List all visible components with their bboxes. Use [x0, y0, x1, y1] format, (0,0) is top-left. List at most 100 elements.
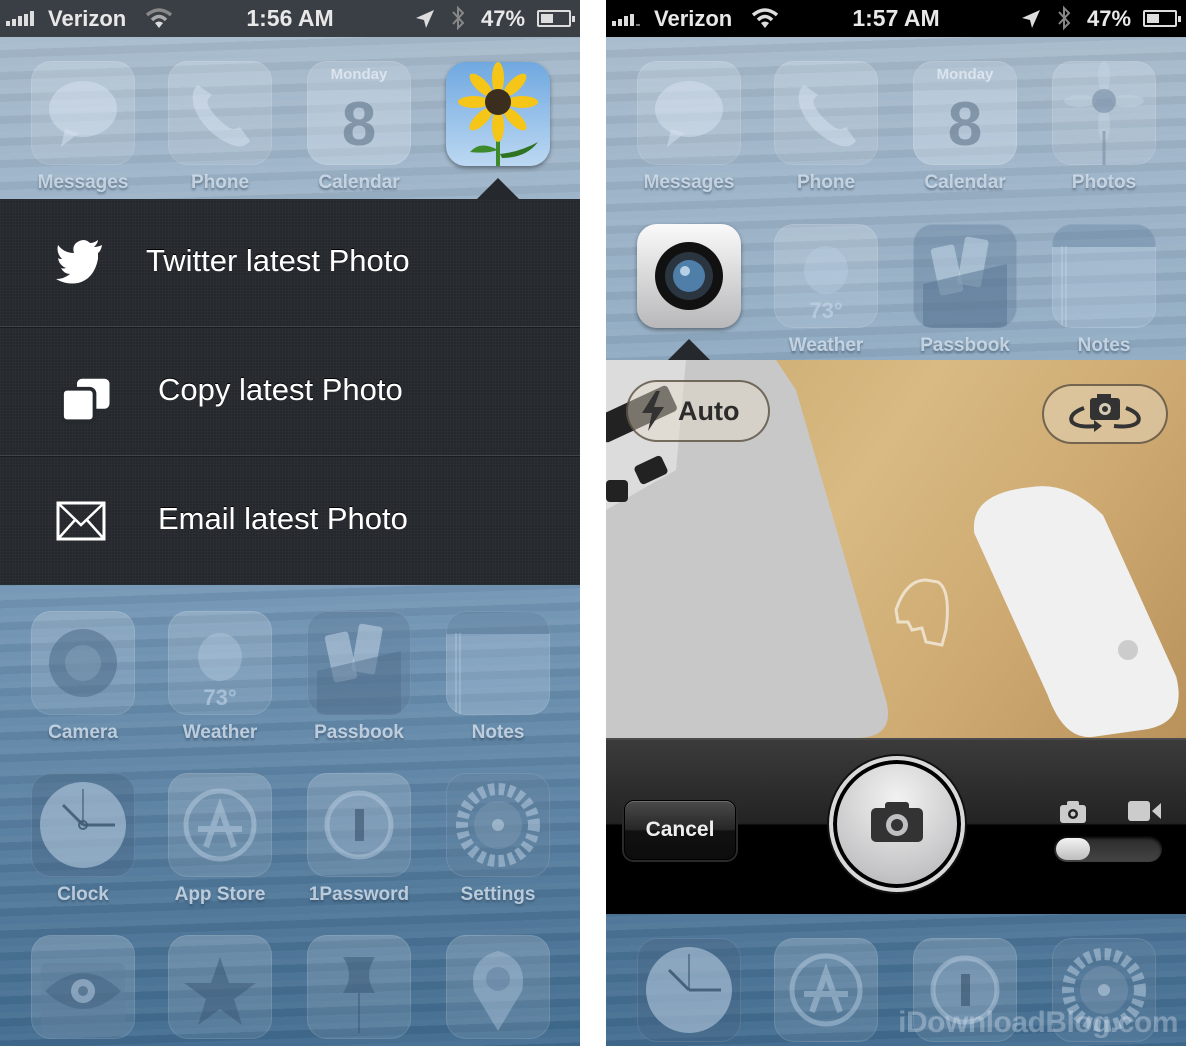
app-weather[interactable]: 73° Weather — [774, 224, 878, 357]
1password-icon — [307, 773, 411, 877]
battery-percent: 47% — [481, 6, 526, 31]
app-label: Passbook — [314, 722, 404, 743]
app-label: Weather — [788, 335, 864, 356]
messages-icon — [637, 61, 741, 165]
app-eye-folder[interactable] — [31, 935, 135, 1039]
app-label: Notes — [471, 722, 525, 743]
app-label: Messages — [37, 172, 129, 193]
weather-temp: 73° — [203, 685, 237, 710]
calendar-icon: Monday 8 — [307, 61, 411, 165]
flash-mode-label: Auto — [678, 395, 740, 426]
weather-temp: 73° — [809, 298, 843, 323]
app-store-icon — [168, 773, 272, 877]
app-clock[interactable]: Clock — [31, 773, 135, 906]
status-bar: Verizon 1:56 AM 47% — [0, 0, 580, 37]
app-maps[interactable] — [446, 935, 550, 1039]
bluetooth-icon — [1058, 5, 1071, 31]
app-messages[interactable]: Messages — [31, 61, 135, 194]
location-arrow-icon — [1022, 10, 1040, 28]
app-label: 1Password — [308, 884, 410, 905]
app-phone[interactable]: Phone — [168, 61, 272, 194]
app-clock[interactable] — [637, 938, 741, 1042]
popover-arrow — [476, 178, 520, 200]
photo-video-mode-switch[interactable] — [1054, 836, 1162, 862]
app-camera-active[interactable] — [637, 224, 741, 328]
calendar-date: 8 — [947, 90, 983, 159]
notes-icon — [446, 611, 550, 715]
app-app-store[interactable] — [774, 938, 878, 1042]
app-1password[interactable]: 1Password — [307, 773, 411, 906]
app-weather[interactable]: 73° Weather — [168, 611, 272, 744]
app-camera[interactable]: Camera — [31, 611, 135, 744]
status-bar: Verizon 1:57 AM 47% — [606, 0, 1186, 37]
app-label: Clock — [57, 884, 109, 905]
app-label: Weather — [182, 722, 258, 743]
app-label: Phone — [190, 172, 250, 193]
app-label: Calendar — [924, 172, 1006, 193]
settings-gear-icon — [446, 773, 550, 877]
cancel-button[interactable]: Cancel — [624, 800, 736, 860]
right-phone-screen: Verizon 1:57 AM 47% Messages Phone Monda… — [606, 0, 1186, 1046]
phone-icon — [168, 61, 272, 165]
notes-icon — [1052, 224, 1156, 328]
app-calendar[interactable]: Monday 8 Calendar — [913, 61, 1017, 194]
app-notes[interactable]: Notes — [446, 611, 550, 744]
menu-item-label: Email latest Photo — [158, 501, 408, 536]
app-phone[interactable]: Phone — [774, 61, 878, 194]
app-photos-active[interactable] — [446, 62, 550, 166]
battery-percent: 47% — [1087, 6, 1132, 31]
switch-camera-button[interactable] — [1042, 384, 1168, 444]
photos-icon — [446, 62, 550, 166]
menu-item-copy-latest-photo[interactable]: Copy latest Photo — [0, 328, 580, 456]
app-passbook[interactable]: Passbook — [307, 611, 411, 744]
photo-mode-icon — [1060, 801, 1086, 823]
camera-icon — [31, 611, 135, 715]
video-mode-icon — [1128, 801, 1161, 821]
photos-quick-actions-menu: Twitter latest Photo Copy latest Photo E… — [0, 199, 580, 585]
map-pin-icon — [446, 935, 550, 1039]
app-label: Phone — [796, 172, 856, 193]
app-notes[interactable]: Notes — [1052, 224, 1156, 357]
calendar-day: Monday — [936, 66, 994, 83]
camera-icon — [871, 802, 923, 842]
menu-item-label: Twitter latest Photo — [146, 243, 410, 278]
menu-item-email-latest-photo[interactable]: Email latest Photo — [0, 457, 580, 585]
messages-icon — [31, 61, 135, 165]
app-app-store[interactable]: App Store — [168, 773, 272, 906]
menu-item-twitter-latest-photo[interactable]: Twitter latest Photo — [0, 199, 580, 327]
photos-icon — [1052, 61, 1156, 165]
calendar-icon: Monday 8 — [913, 61, 1017, 165]
location-arrow-icon — [416, 10, 434, 28]
left-phone-screen: Verizon 1:56 AM 47% Messages Phone Monda… — [0, 0, 580, 1046]
lightning-bolt-icon — [642, 391, 664, 431]
switch-camera-icon — [1069, 394, 1141, 432]
flash-toggle-button[interactable]: Auto — [626, 380, 770, 442]
app-pushpin[interactable] — [307, 935, 411, 1039]
app-photos[interactable]: Photos — [1052, 61, 1156, 194]
app-settings[interactable]: Settings — [446, 773, 550, 906]
app-label: Notes — [1077, 335, 1131, 356]
shutter-button[interactable] — [829, 756, 965, 892]
app-label: Calendar — [318, 172, 400, 193]
bluetooth-icon — [452, 5, 465, 31]
watermark: iDownloadBlog.com — [898, 1006, 1178, 1039]
app-passbook[interactable]: Passbook — [913, 224, 1017, 357]
star-icon — [168, 935, 272, 1039]
app-calendar[interactable]: Monday 8 Calendar — [307, 61, 411, 194]
popover-arrow — [667, 339, 711, 361]
camera-icon — [637, 224, 741, 328]
camera-viewfinder[interactable]: Auto — [606, 360, 1186, 738]
mode-switch-knob[interactable] — [1056, 838, 1090, 860]
app-label: App Store — [174, 884, 266, 905]
calendar-day: Monday — [330, 66, 388, 83]
app-label: Photos — [1071, 172, 1137, 193]
battery-icon — [1143, 10, 1181, 27]
app-store-icon — [774, 938, 878, 1042]
app-label: Camera — [48, 722, 118, 743]
passbook-icon — [307, 611, 411, 715]
app-star[interactable] — [168, 935, 272, 1039]
app-label: Passbook — [920, 335, 1010, 356]
app-messages[interactable]: Messages — [637, 61, 741, 194]
envelope-icon — [56, 501, 106, 541]
copy-icon — [62, 378, 110, 424]
